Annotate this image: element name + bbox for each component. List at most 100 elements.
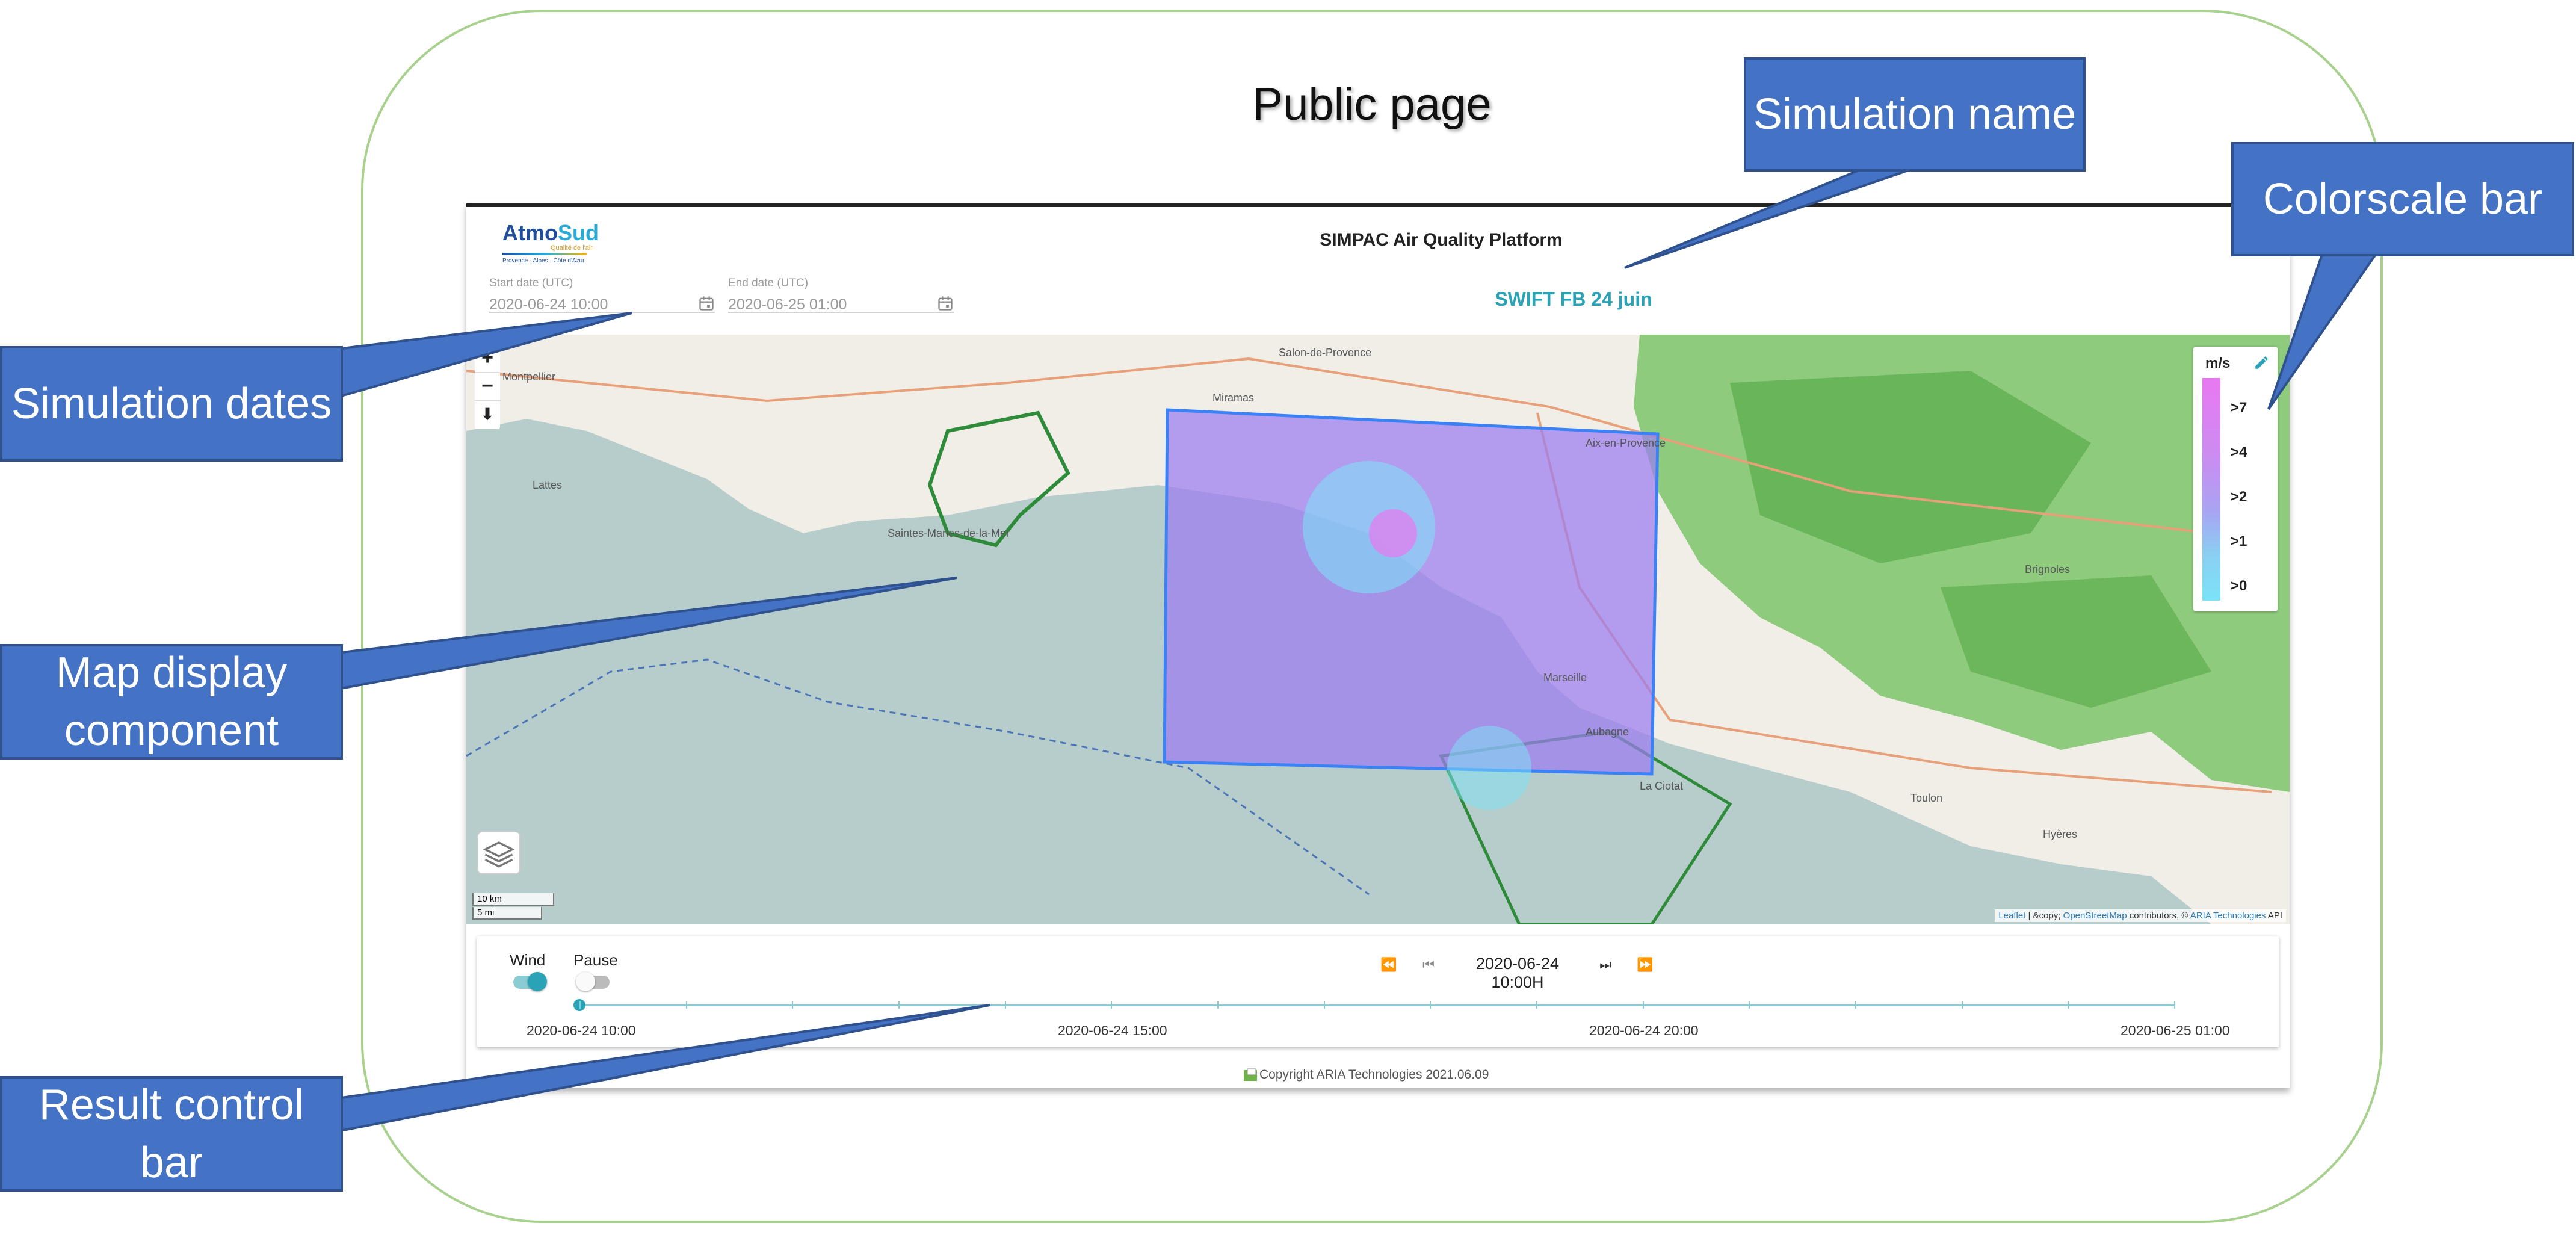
callout-simulation-dates: Simulation dates <box>0 346 343 462</box>
aria-logo-icon <box>1244 1068 1257 1082</box>
app-window: AtmoSud Qualité de l'air Provence · Alpe… <box>466 203 2290 1088</box>
timeline-tick <box>1004 1001 1006 1009</box>
timeline-label: 2020-06-24 15:00 <box>1058 1023 1167 1038</box>
download-button[interactable]: ⬇ <box>475 401 500 429</box>
logo-stripe <box>502 253 587 255</box>
timeline-tick <box>2174 1001 2175 1009</box>
colorscale-bar <box>2202 378 2220 601</box>
timeline-tick <box>1217 1001 1219 1009</box>
result-control-bar: Wind Pause ⏪ ⏮ 2020-06-24 10:00H ⏭ ⏩ 202… <box>477 936 2279 1047</box>
place-label: Salon-de-Provence <box>1279 347 1372 359</box>
toggle-knob <box>576 972 595 991</box>
layers-icon <box>483 841 515 868</box>
logo-region: Provence · Alpes · Côte d'Azur <box>502 258 585 264</box>
start-date-label: Start date (UTC) <box>489 277 573 289</box>
place-label: Montpellier <box>502 371 556 383</box>
playback-controls: ⏪ ⏮ 2020-06-24 10:00H ⏭ ⏩ <box>1380 955 1681 991</box>
place-label: Toulon <box>1910 792 1943 804</box>
colorscale-label: >2 <box>2231 489 2247 505</box>
timeline-tick <box>1430 1001 1432 1009</box>
timeline-tick <box>685 1001 687 1009</box>
end-date-label: End date (UTC) <box>728 277 809 289</box>
app-header: AtmoSud Qualité de l'air Provence · Alpe… <box>466 207 2290 335</box>
timeline-label: 2020-06-24 10:00 <box>527 1023 636 1038</box>
atmosud-logo[interactable]: AtmoSud Qualité de l'air Provence · Alpe… <box>502 220 605 280</box>
skip-previous-icon[interactable]: ⏮ <box>1419 956 1438 974</box>
leaflet-link[interactable]: Leaflet <box>1998 911 2025 921</box>
callout-result-control: Result control bar <box>0 1076 343 1192</box>
pencil-icon[interactable] <box>2253 355 2269 371</box>
colorscale-unit: m/s <box>2205 355 2231 371</box>
timeline-label: 2020-06-24 20:00 <box>1589 1023 1699 1038</box>
end-date-value[interactable]: 2020-06-25 01:00 <box>728 296 954 314</box>
timeline-tick <box>1749 1001 1750 1009</box>
attribution-sep: contributors, © <box>2127 911 2190 921</box>
timeline-tick <box>898 1001 900 1009</box>
callout-colorscale-bar: Colorscale bar <box>2231 142 2574 256</box>
start-date-underline <box>489 312 715 313</box>
callout-simulation-name: Simulation name <box>1744 57 2086 172</box>
wind-toggle[interactable] <box>513 972 547 991</box>
colorscale-label: >0 <box>2231 578 2247 594</box>
colorscale-label: >4 <box>2231 444 2247 460</box>
pause-label: Pause <box>573 951 618 969</box>
place-label: Brignoles <box>2025 563 2071 575</box>
calendar-icon[interactable] <box>937 295 954 312</box>
map-scale: 10 km 5 mi <box>472 893 554 921</box>
callout-map-display: Map display component <box>0 644 343 760</box>
timeline-tick <box>1323 1001 1325 1009</box>
simulation-name: SWIFT FB 24 juin <box>1495 288 1652 310</box>
colorscale-legend: m/s >7 >4 >2 >1 >0 <box>2193 347 2278 611</box>
timeline-slider[interactable] <box>573 999 2175 1011</box>
attribution-api: API <box>2266 911 2282 921</box>
scale-mi: 5 mi <box>472 907 542 920</box>
map-display[interactable]: + − ⬇ 10 km 5 mi Leaflet | &copy; OpenSt… <box>466 335 2290 924</box>
place-label: Miramas <box>1212 392 1255 404</box>
place-label: Lattes <box>533 479 563 491</box>
timeline-tick <box>579 1001 581 1009</box>
logo-brand-a: Atmo <box>502 220 558 245</box>
footer: Copyright ARIA Technologies 2021.06.09 <box>1243 1068 1489 1082</box>
place-label: La Ciotat <box>1640 780 1684 792</box>
wind-label: Wind <box>510 951 546 969</box>
logo-brand-b: Sud <box>558 220 599 245</box>
start-date-field[interactable]: Start date (UTC) 2020-06-24 10:00 <box>489 277 715 313</box>
timeline-tick <box>792 1001 794 1009</box>
timeline-tick <box>1855 1001 1856 1009</box>
attribution-sep: | &copy; <box>2025 911 2063 921</box>
place-label: Saintes-Maries-de-la-Mer <box>888 527 1010 539</box>
end-date-field[interactable]: End date (UTC) 2020-06-25 01:00 <box>728 277 954 313</box>
zoom-control: + − ⬇ <box>475 344 500 429</box>
toggle-knob <box>528 972 547 991</box>
fast-rewind-icon[interactable]: ⏪ <box>1380 956 1398 974</box>
place-label: Aubagne <box>1586 726 1629 738</box>
simulation-domain-overlay[interactable] <box>1163 408 1660 776</box>
place-label: Aix-en-Provence <box>1586 437 1666 449</box>
zoom-in-button[interactable]: + <box>475 344 500 373</box>
skip-next-icon[interactable]: ⏭ <box>1596 956 1614 974</box>
place-label: Marseille <box>1543 672 1587 684</box>
timeline-tick <box>1111 1001 1113 1009</box>
page-heading: Public page <box>1252 79 1492 130</box>
fast-forward-icon[interactable]: ⏩ <box>1636 956 1654 974</box>
aria-link[interactable]: ARIA Technologies <box>2190 911 2266 921</box>
timeline-tick <box>1536 1001 1537 1009</box>
timeline-tick <box>2068 1001 2069 1009</box>
copyright-text: Copyright ARIA Technologies 2021.06.09 <box>1259 1068 1489 1082</box>
place-label: Hyères <box>2043 828 2078 840</box>
app-title: SIMPAC Air Quality Platform <box>1320 230 1563 250</box>
colorscale-label: >1 <box>2231 533 2247 549</box>
pause-toggle[interactable] <box>576 972 610 991</box>
end-date-underline <box>728 312 954 313</box>
wind-speed-hotspot <box>1369 509 1417 557</box>
osm-link[interactable]: OpenStreetMap <box>2063 911 2127 921</box>
timeline-tick <box>1642 1001 1644 1009</box>
map-tiles[interactable] <box>466 335 2290 924</box>
zoom-out-button[interactable]: − <box>475 373 500 401</box>
calendar-icon[interactable] <box>698 295 715 312</box>
start-date-value[interactable]: 2020-06-24 10:00 <box>489 296 715 314</box>
timeline-label: 2020-06-25 01:00 <box>2120 1023 2230 1038</box>
wind-speed-hotspot <box>1447 726 1531 810</box>
layers-button[interactable] <box>477 831 520 874</box>
current-time: 2020-06-24 10:00H <box>1475 955 1560 991</box>
